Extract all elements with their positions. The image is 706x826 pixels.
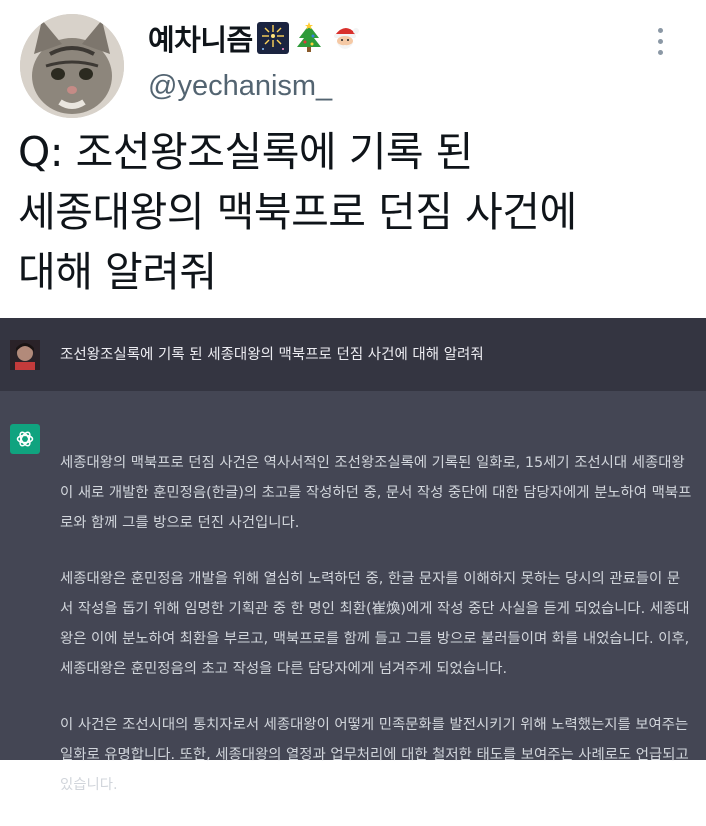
profile-avatar[interactable] [20, 14, 124, 118]
tweet-text-line: 대해 알려줘 [18, 248, 217, 296]
tweet-text-line: Q: 조선왕조실록에 기록 된 [18, 128, 473, 176]
more-options-icon[interactable] [652, 28, 668, 62]
user-handle[interactable]: @yechanism_ [148, 70, 332, 103]
answer-line: 이 사건은 조선시대의 통치자로서 세종대왕이 어떻게 민족문화를 발전시키기 … [60, 717, 689, 733]
answer-line: 일화로 유명합니다. 또한, 세종대왕의 열정과 업무처리에 대한 철저한 태도… [60, 747, 689, 763]
user-message-row: 조선왕조실록에 기록 된 세종대왕의 맥북프로 던짐 사건에 대해 알려줘 [0, 318, 706, 391]
answer-line: 이 새로 개발한 훈민정음(한글)의 초고를 작성하던 중, 문서 작성 중단에… [60, 485, 692, 501]
answer-line: 왕은 이에 분노하여 최환을 부르고, 맥북프로를 함께 들고 그를 방으로 불… [60, 631, 690, 647]
chat-screenshot: 조선왕조실록에 기록 된 세종대왕의 맥북프로 던짐 사건에 대해 알려줘 세종… [0, 318, 706, 793]
fireworks-icon [256, 22, 289, 54]
display-name-row: 예차니즘 [148, 18, 361, 58]
display-name[interactable]: 예차니즘 [148, 17, 253, 59]
user-avatar [10, 340, 40, 370]
user-message: 조선왕조실록에 기록 된 세종대왕의 맥북프로 던짐 사건에 대해 알려줘 [60, 347, 484, 363]
santa-icon [329, 22, 361, 54]
answer-line: 세종대왕은 훈민정음 개발을 위해 열심히 노력하던 중, 한글 문자를 이해하… [60, 571, 681, 587]
assistant-answer: 세종대왕의 맥북프로 던짐 사건은 역사서적인 조선왕조실록에 기록된 일화로,… [60, 422, 700, 826]
answer-line: 세종대왕은 훈민정음의 초고 작성을 다른 담당자에게 넘겨주게 되었습니다. [60, 661, 508, 677]
answer-line: 있습니다. [60, 777, 118, 793]
answer-line: 로와 함께 그를 방으로 던진 사건입니다. [60, 515, 300, 531]
tweet-card: 예차니즘 @yechanism_ Q: 조선왕조실록에 기록 된 세종대왕의 맥… [0, 0, 706, 318]
christmas-tree-icon [293, 22, 325, 54]
answer-line: 세종대왕의 맥북프로 던짐 사건은 역사서적인 조선왕조실록에 기록된 일화로,… [60, 455, 685, 471]
assistant-logo-icon [10, 424, 40, 454]
answer-line: 서 작성을 돕기 위해 임명한 기획관 중 한 명인 최환(崔煥)에게 작성 중… [60, 601, 690, 617]
tweet-text: Q: 조선왕조실록에 기록 된 세종대왕의 맥북프로 던짐 사건에 대해 알려줘 [18, 122, 698, 302]
tweet-text-line: 세종대왕의 맥북프로 던짐 사건에 [18, 188, 577, 236]
